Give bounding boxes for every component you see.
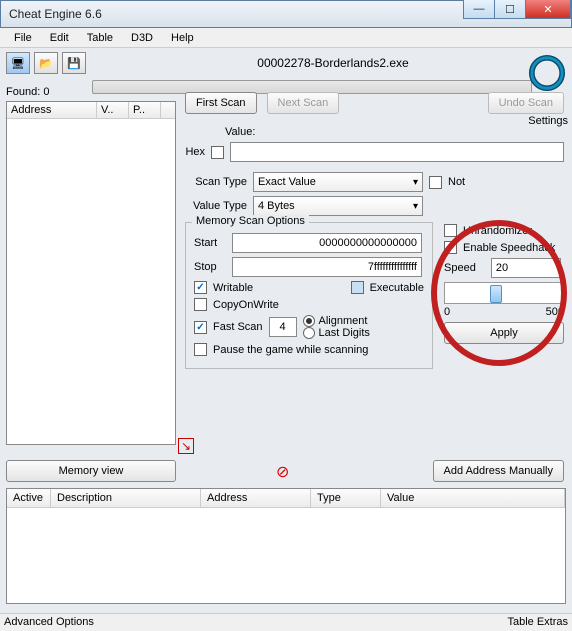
start-label: Start (194, 237, 226, 249)
col-value[interactable]: V.. (97, 102, 129, 118)
executable-checkbox[interactable] (351, 281, 364, 294)
scantype-label: Scan Type (185, 176, 247, 188)
fastscan-checkbox[interactable] (194, 321, 207, 334)
advanced-options[interactable]: Advanced Options (4, 616, 94, 629)
table-extras[interactable]: Table Extras (507, 616, 568, 629)
menu-d3d[interactable]: D3D (123, 30, 161, 46)
menu-edit[interactable]: Edit (42, 30, 77, 46)
value-label: Value: (225, 126, 255, 138)
menubar: File Edit Table D3D Help (0, 28, 572, 48)
cow-label: CopyOnWrite (213, 299, 279, 311)
add-address-button[interactable]: Add Address Manually (433, 460, 564, 482)
window-title: Cheat Engine 6.6 (9, 7, 102, 21)
hex-checkbox[interactable] (211, 146, 224, 159)
writable-label: Writable (213, 282, 253, 294)
maximize-button[interactable]: ☐ (494, 0, 526, 19)
stop-input[interactable] (232, 257, 422, 277)
speed-slider[interactable] (444, 282, 564, 304)
undo-scan-button: Undo Scan (488, 92, 564, 114)
fastscan-value[interactable] (269, 317, 297, 337)
valuetype-select[interactable]: 4 Bytes (253, 196, 423, 216)
stop-label: Stop (194, 261, 226, 273)
cheat-table[interactable]: Active Description Address Type Value (6, 488, 566, 604)
col-previous[interactable]: P.. (129, 102, 161, 118)
save-button[interactable]: 💾 (62, 52, 86, 74)
speedhack-checkbox[interactable] (444, 241, 457, 254)
col-address[interactable]: Address (7, 102, 97, 118)
memory-view-button[interactable]: Memory view (6, 460, 176, 482)
memory-options-title: Memory Scan Options (192, 215, 309, 227)
cow-checkbox[interactable] (194, 298, 207, 311)
menu-file[interactable]: File (6, 30, 40, 46)
writable-checkbox[interactable] (194, 281, 207, 294)
col-description[interactable]: Description (51, 489, 201, 507)
menu-help[interactable]: Help (163, 30, 202, 46)
process-name: 00002278-Borderlands2.exe (100, 56, 566, 70)
pause-checkbox[interactable] (194, 343, 207, 356)
value-input[interactable] (230, 142, 564, 162)
statusbar: Advanced Options Table Extras (0, 613, 572, 631)
cheat-engine-logo[interactable] (528, 52, 566, 94)
open-file-button[interactable]: 📂 (34, 52, 58, 74)
scantype-select[interactable]: Exact Value (253, 172, 423, 192)
fastscan-label: Fast Scan (213, 321, 263, 333)
not-checkbox[interactable] (429, 176, 442, 189)
result-list[interactable]: Address V.. P.. (6, 101, 176, 445)
pause-label: Pause the game while scanning (213, 344, 368, 356)
unrandomizer-checkbox[interactable] (444, 224, 457, 237)
close-button[interactable]: ✕ (525, 0, 571, 19)
menu-table[interactable]: Table (79, 30, 121, 46)
found-count: Found: 0 (6, 86, 176, 98)
apply-button[interactable]: Apply (444, 322, 564, 344)
col-addr[interactable]: Address (201, 489, 311, 507)
col-active[interactable]: Active (7, 489, 51, 507)
alignment-radio[interactable] (303, 315, 315, 327)
executable-label: Executable (370, 282, 424, 294)
first-scan-button[interactable]: First Scan (185, 92, 257, 114)
col-val[interactable]: Value (381, 489, 565, 507)
start-input[interactable] (232, 233, 422, 253)
drag-icon[interactable]: ↘ (178, 438, 194, 454)
speed-input[interactable] (491, 258, 561, 278)
open-process-button[interactable]: 🖥 (6, 52, 30, 74)
valuetype-label: Value Type (185, 200, 247, 212)
slider-thumb[interactable] (490, 285, 502, 303)
minimize-button[interactable]: — (463, 0, 495, 19)
not-label: Not (448, 176, 465, 188)
no-cheat-icon[interactable]: ⊘ (276, 462, 289, 482)
titlebar[interactable]: Cheat Engine 6.6 — ☐ ✕ (0, 0, 572, 28)
hex-label: Hex (185, 146, 205, 158)
next-scan-button: Next Scan (267, 92, 340, 114)
col-type[interactable]: Type (311, 489, 381, 507)
lastdigits-radio[interactable] (303, 327, 315, 339)
